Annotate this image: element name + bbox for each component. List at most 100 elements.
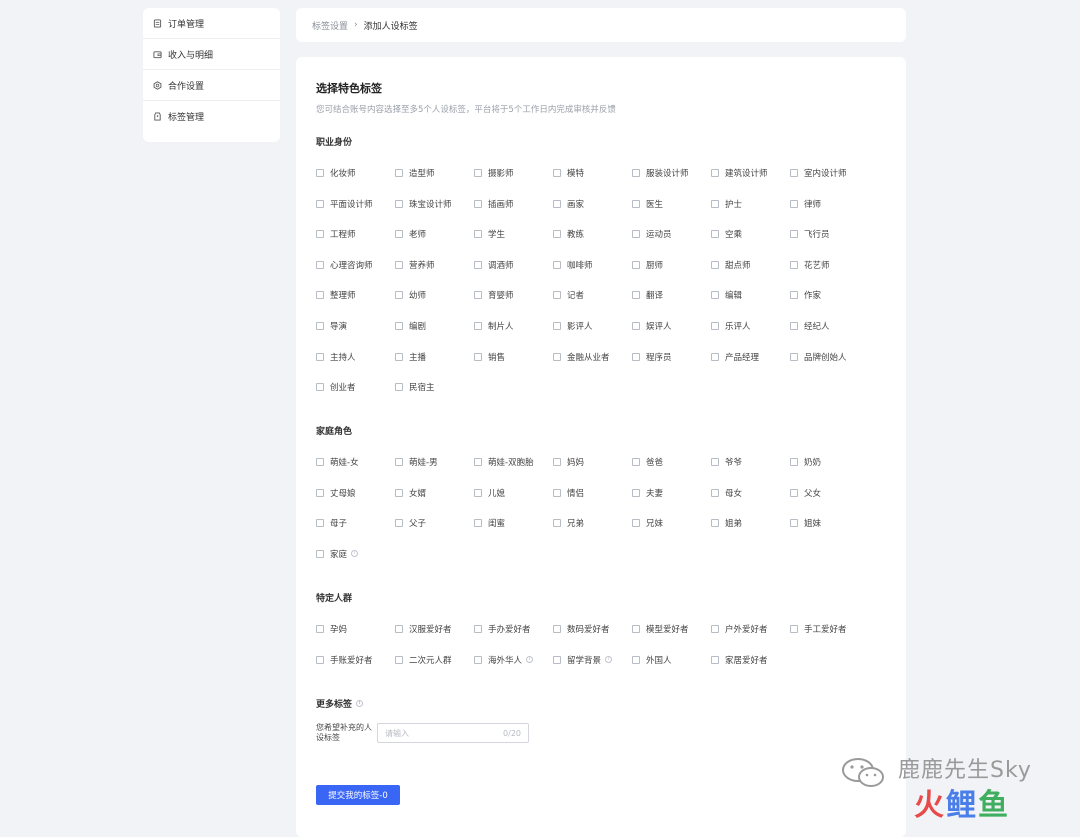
tag-checkbox[interactable] [316, 199, 324, 208]
tag-checkbox[interactable] [632, 291, 640, 300]
tag-checkbox[interactable] [553, 458, 561, 466]
tag-option[interactable]: 化妆师 [316, 167, 356, 179]
tag-option[interactable]: 萌娃-双胞胎 [474, 456, 534, 468]
tag-option[interactable]: 翻译 [632, 289, 663, 301]
tag-option[interactable]: 平面设计师 [316, 198, 373, 210]
tag-option[interactable]: 学生 [474, 228, 505, 240]
tag-option[interactable]: 家庭 i [316, 548, 359, 560]
tag-option[interactable]: 手办爱好者 [474, 623, 531, 635]
tag-checkbox[interactable] [553, 519, 561, 528]
tag-checkbox[interactable] [553, 291, 561, 300]
tag-checkbox[interactable] [632, 488, 640, 497]
tag-option[interactable]: 父子 [395, 517, 426, 529]
tag-option[interactable]: 珠宝设计师 [395, 198, 452, 210]
tag-option[interactable]: 兄弟 [553, 517, 584, 529]
tag-option[interactable]: 留学背景 i [553, 654, 613, 666]
tag-option[interactable]: 销售 [474, 351, 505, 363]
tag-checkbox[interactable] [395, 488, 403, 497]
tag-checkbox[interactable] [553, 655, 561, 664]
tag-option[interactable]: 营养师 [395, 259, 435, 271]
sidebar-item-income[interactable]: 收入与明细 [143, 39, 280, 70]
tag-option[interactable]: 甜点师 [711, 259, 751, 271]
tag-option[interactable]: 运动员 [632, 228, 672, 240]
tag-option[interactable]: 导演 [316, 320, 347, 332]
more-tags-input[interactable]: 请输入 0/20 [377, 723, 529, 743]
tag-checkbox[interactable] [395, 458, 403, 466]
tag-checkbox[interactable] [711, 322, 719, 330]
tag-checkbox[interactable] [395, 169, 403, 177]
tag-checkbox[interactable] [316, 352, 324, 361]
tag-checkbox[interactable] [316, 260, 324, 269]
tag-option[interactable]: 护士 [711, 198, 742, 210]
tag-checkbox[interactable] [474, 458, 482, 466]
tag-checkbox[interactable] [711, 655, 719, 664]
tag-option[interactable]: 姐妹 [790, 517, 821, 529]
tag-option[interactable]: 模型爱好者 [632, 623, 689, 635]
tag-option[interactable]: 建筑设计师 [711, 167, 768, 179]
tag-option[interactable]: 夫妻 [632, 487, 663, 499]
tag-checkbox[interactable] [474, 352, 482, 361]
tag-checkbox[interactable] [632, 352, 640, 361]
tag-option[interactable]: 母子 [316, 517, 347, 529]
tag-checkbox[interactable] [316, 322, 324, 330]
tag-checkbox[interactable] [553, 169, 561, 177]
tag-checkbox[interactable] [790, 488, 798, 497]
tag-option[interactable]: 户外爱好者 [711, 623, 768, 635]
tag-checkbox[interactable] [790, 230, 798, 239]
tag-option[interactable]: 育婴师 [474, 289, 514, 301]
tag-checkbox[interactable] [316, 549, 324, 558]
tag-checkbox[interactable] [474, 169, 482, 177]
tag-option[interactable]: 兄妹 [632, 517, 663, 529]
tag-checkbox[interactable] [395, 199, 403, 208]
tag-option[interactable]: 主播 [395, 351, 426, 363]
tag-checkbox[interactable] [790, 625, 798, 633]
tag-option[interactable]: 萌娃-女 [316, 456, 359, 468]
tag-checkbox[interactable] [711, 352, 719, 361]
tag-checkbox[interactable] [632, 458, 640, 466]
tag-checkbox[interactable] [316, 458, 324, 466]
tag-checkbox[interactable] [316, 230, 324, 239]
tag-checkbox[interactable] [711, 230, 719, 239]
tag-option[interactable]: 品牌创始人 [790, 351, 847, 363]
tag-checkbox[interactable] [316, 383, 324, 392]
tag-option[interactable]: 摄影师 [474, 167, 514, 179]
tag-checkbox[interactable] [316, 519, 324, 528]
tag-option[interactable]: 画家 [553, 198, 584, 210]
tag-checkbox[interactable] [316, 655, 324, 664]
tag-option[interactable]: 经纪人 [790, 320, 830, 332]
tag-option[interactable]: 主持人 [316, 351, 356, 363]
tag-option[interactable]: 心理咨询师 [316, 259, 373, 271]
tag-checkbox[interactable] [553, 625, 561, 633]
tag-option[interactable]: 汉服爱好者 [395, 623, 452, 635]
tag-checkbox[interactable] [395, 322, 403, 330]
tag-option[interactable]: 咖啡师 [553, 259, 593, 271]
tag-checkbox[interactable] [474, 230, 482, 239]
tag-option[interactable]: 整理师 [316, 289, 356, 301]
tag-option[interactable]: 民宿主 [395, 381, 435, 393]
tag-option[interactable]: 孕妈 [316, 623, 347, 635]
tag-option[interactable]: 程序员 [632, 351, 672, 363]
tag-option[interactable]: 调酒师 [474, 259, 514, 271]
tag-option[interactable]: 工程师 [316, 228, 356, 240]
tag-option[interactable]: 编辑 [711, 289, 742, 301]
tag-checkbox[interactable] [316, 488, 324, 497]
tag-option[interactable]: 作家 [790, 289, 821, 301]
sidebar-item-orders[interactable]: 订单管理 [143, 8, 280, 39]
tag-option[interactable]: 插画师 [474, 198, 514, 210]
tag-checkbox[interactable] [395, 625, 403, 633]
tag-option[interactable]: 造型师 [395, 167, 435, 179]
tag-option[interactable]: 幼师 [395, 289, 426, 301]
tag-checkbox[interactable] [474, 199, 482, 208]
tag-checkbox[interactable] [632, 260, 640, 269]
tag-checkbox[interactable] [790, 260, 798, 269]
tag-option[interactable]: 海外华人 i [474, 654, 534, 666]
tag-checkbox[interactable] [553, 322, 561, 330]
tag-checkbox[interactable] [474, 625, 482, 633]
tag-option[interactable]: 奶奶 [790, 456, 821, 468]
tag-checkbox[interactable] [711, 519, 719, 528]
tag-checkbox[interactable] [474, 488, 482, 497]
tag-option[interactable]: 老师 [395, 228, 426, 240]
tag-checkbox[interactable] [316, 291, 324, 300]
tag-checkbox[interactable] [553, 230, 561, 239]
info-icon[interactable]: i [526, 656, 534, 664]
